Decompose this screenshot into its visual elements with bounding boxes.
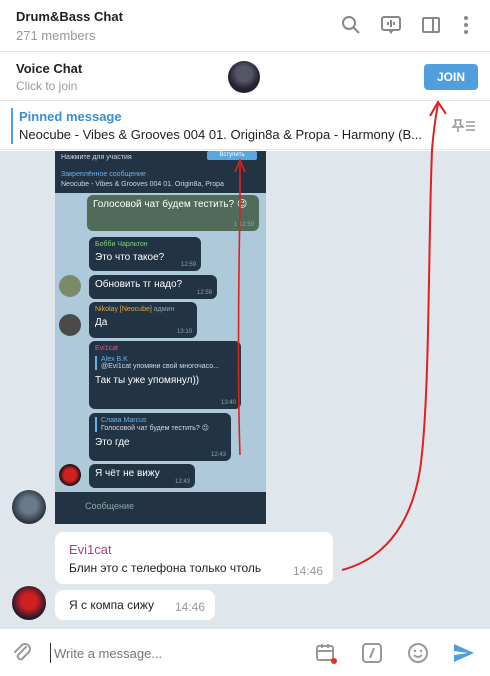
screenshot-avatar xyxy=(59,464,81,486)
screenshot-message-time: 12:59 xyxy=(180,262,196,268)
voice-chat-title: Voice Chat xyxy=(16,61,83,76)
screenshot-message-text: Обновить тг надо? xyxy=(95,279,183,290)
voice-chat-bar[interactable]: Voice Chat Click to join xyxy=(0,53,490,101)
screenshot-message-time: 13:40 xyxy=(220,400,236,406)
screenshot-sender-name: Бобби Чарльтон xyxy=(95,241,148,248)
chat-area[interactable]: Нажмите для участия Вступить Закреплённо… xyxy=(0,151,490,628)
emoji-icon[interactable] xyxy=(406,641,430,665)
screenshot-message: Бобби Чарльтон Это что такое? 12:59 xyxy=(89,237,201,271)
screenshot-message-time: 13:10 xyxy=(176,329,192,335)
pinned-accent-bar xyxy=(11,108,13,144)
member-count: 271 members xyxy=(16,28,96,43)
screenshot-pinned-text: Neocube - Vibes & Grooves 004 01. Origin… xyxy=(61,181,224,188)
message-text: Блин это с телефона только чтоль xyxy=(69,561,262,575)
message-input[interactable] xyxy=(50,643,290,663)
screenshot-message-text: Так ты уже упомянул)) xyxy=(95,375,200,386)
message-time: 14:46 xyxy=(174,600,205,614)
screenshot-avatar xyxy=(59,275,81,297)
screenshot-header: Нажмите для участия Вступить Закреплённо… xyxy=(55,151,266,193)
pin-list-icon[interactable] xyxy=(450,115,478,137)
screenshot-compose-placeholder: Сообщение xyxy=(85,501,134,511)
pinned-title: Pinned message xyxy=(19,109,122,124)
message-time: 14:46 xyxy=(292,564,323,578)
sidebar-icon[interactable] xyxy=(420,14,442,36)
send-icon[interactable] xyxy=(452,641,476,665)
message-bubble[interactable]: Я с компа сижу 14:46 xyxy=(55,590,215,620)
screenshot-message-text: Это где xyxy=(95,437,130,448)
voice-chat-avatar xyxy=(228,61,260,93)
message-sender-name[interactable]: Evi1cat xyxy=(69,542,112,557)
search-icon[interactable] xyxy=(340,14,362,36)
screenshot-top-label: Нажмите для участия xyxy=(61,154,132,161)
screenshot-message: Nikolay [Neocube] админ Да 13:10 xyxy=(89,302,197,338)
join-button[interactable]: JOIN xyxy=(424,64,478,90)
screenshot-sender-name: Nikolay [Neocube] админ xyxy=(95,306,175,313)
screenshot-message-time: 12:59 xyxy=(196,290,212,296)
voice-chat-subtitle: Click to join xyxy=(16,79,78,93)
screenshot-message: Evi1cat Alex B.K @Evi1cat упомяни свой мн… xyxy=(89,341,241,409)
phone-screenshot: Нажмите для участия Вступить Закреплённо… xyxy=(55,151,266,524)
pinned-text: Neocube - Vibes & Grooves 004 01. Origin… xyxy=(19,127,422,142)
sender-avatar[interactable] xyxy=(12,490,46,524)
sender-avatar[interactable] xyxy=(12,586,46,620)
screenshot-join-label: Вступить xyxy=(207,151,257,160)
chat-title: Drum&Bass Chat xyxy=(16,9,123,24)
voice-chat-icon[interactable] xyxy=(380,14,402,36)
message-text: Я с компа сижу xyxy=(69,598,155,612)
screenshot-message: Обновить тг надо? 12:59 xyxy=(89,275,217,299)
commands-icon[interactable] xyxy=(360,641,384,665)
screenshot-avatar xyxy=(59,314,81,336)
attach-icon[interactable] xyxy=(10,641,34,665)
screenshot-compose-bar: Сообщение xyxy=(55,492,266,524)
schedule-icon[interactable] xyxy=(314,641,338,665)
screenshot-pinned-title: Закреплённое сообщение xyxy=(61,171,146,178)
screenshot-sender-name: Evi1cat xyxy=(95,345,118,352)
screenshot-message-text: Да xyxy=(95,317,108,328)
screenshot-message-text: Голосовой чат будем тестить? 😉 xyxy=(93,199,248,210)
chat-header[interactable]: Drum&Bass Chat 271 members xyxy=(0,0,490,52)
screenshot-message-time: 12:43 xyxy=(174,479,190,485)
message-bubble[interactable]: Evi1cat Блин это с телефона только чтоль… xyxy=(55,532,333,584)
screenshot-quote: Слава Marcus Голосовой чат будем тестить?… xyxy=(95,417,225,432)
pinned-message-bar[interactable]: Pinned message Neocube - Vibes & Grooves… xyxy=(0,102,490,150)
screenshot-message: Голосовой чат будем тестить? 😉 1 12:59 xyxy=(87,195,259,231)
message-input-bar[interactable] xyxy=(0,628,490,676)
more-icon[interactable] xyxy=(455,14,477,36)
screenshot-message: Слава Marcus Голосовой чат будем тестить?… xyxy=(89,413,231,461)
screenshot-message-text: Я чёт не вижу xyxy=(95,468,160,479)
screenshot-message-text: Это что такое? xyxy=(95,252,165,263)
screenshot-message: Я чёт не вижу 12:43 xyxy=(89,464,195,488)
screenshot-quote: Alex B.K @Evi1cat упомяни свой многочасо.… xyxy=(95,356,235,370)
screenshot-message-time: 12:43 xyxy=(210,452,226,458)
screenshot-message-time: 1 12:59 xyxy=(233,222,254,228)
